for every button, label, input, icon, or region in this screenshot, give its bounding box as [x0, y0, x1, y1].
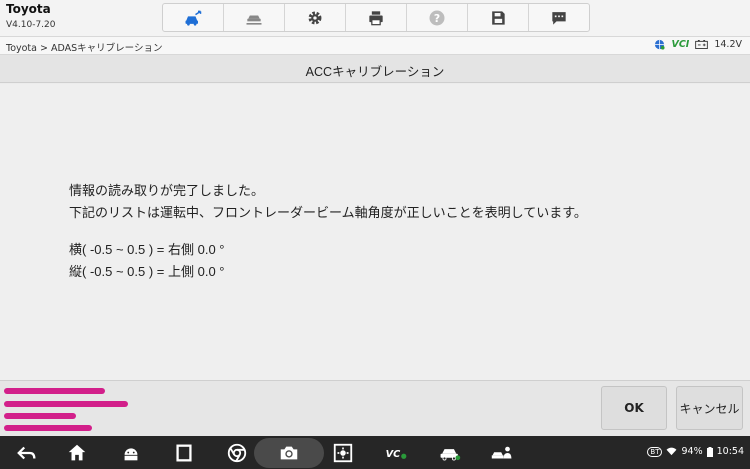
redaction-mark — [4, 425, 92, 431]
browser-button[interactable] — [226, 442, 248, 464]
toolbar: ? — [162, 3, 590, 32]
car-person-icon — [491, 446, 512, 459]
app-title: Toyota — [6, 2, 51, 16]
android-icon — [124, 448, 138, 461]
gear-icon — [308, 11, 322, 24]
title-bar: ACCキャリブレーション — [0, 55, 750, 83]
brightness-icon — [333, 443, 353, 463]
message-icon — [552, 11, 566, 25]
android-button[interactable] — [120, 442, 142, 464]
app-header: Toyota V4.10-7.20 ? — [0, 0, 750, 36]
page-title: ACCキャリブレーション — [305, 65, 445, 79]
battery-icon — [695, 40, 709, 49]
vci-status: VCI — [671, 39, 690, 50]
system-status: BT 94% 10:54 — [647, 446, 744, 457]
help-icon: ? — [429, 10, 445, 25]
svg-text:VC: VC — [386, 449, 401, 460]
vci-icon: VC — [386, 449, 407, 460]
home-button[interactable] — [66, 442, 88, 464]
globe-icon — [655, 39, 666, 50]
recent-apps-icon — [176, 444, 192, 462]
save-icon — [492, 10, 505, 25]
brightness-button[interactable] — [332, 442, 354, 464]
vci-button[interactable]: VC — [378, 442, 414, 464]
printer-icon — [369, 10, 383, 25]
voltage-readout: 14.2V — [714, 39, 742, 50]
home-car-button[interactable] — [163, 4, 224, 31]
back-arrow-icon — [17, 446, 36, 460]
redaction-mark — [4, 401, 128, 407]
screenshot-button[interactable] — [254, 438, 324, 468]
car-lift-icon — [246, 15, 262, 25]
breadcrumb-bar: Toyota > ADASキャリブレーション VCI 14.2V — [0, 36, 750, 55]
home-icon — [68, 444, 86, 461]
back-button[interactable] — [16, 442, 38, 464]
wifi-icon — [667, 447, 677, 456]
bluetooth-indicator: BT — [647, 446, 663, 457]
car-lift-button[interactable] — [224, 4, 285, 31]
vehicle-diagnose-button[interactable] — [435, 442, 465, 464]
message-area: 情報の読み取りが完了しました。 下記のリストは運転中、フロントレーダービーム軸角… — [0, 84, 750, 380]
message-button[interactable] — [529, 4, 589, 31]
connection-status: VCI 14.2V — [654, 39, 742, 50]
remote-support-button[interactable] — [487, 442, 517, 464]
help-button[interactable]: ? — [407, 4, 468, 31]
redaction-mark — [4, 413, 76, 419]
camera-icon — [280, 446, 298, 460]
svg-text:?: ? — [434, 11, 440, 24]
app-version: V4.10-7.20 — [6, 20, 56, 30]
save-button[interactable] — [468, 4, 529, 31]
vertical-angle-line: 縦( -0.5 ~ 0.5 ) = 上側 0.0 ° — [69, 264, 225, 279]
message-line: 情報の読み取りが完了しました。 — [69, 183, 265, 198]
footer-bar: OK キャンセル — [0, 380, 750, 436]
settings-button[interactable] — [285, 4, 346, 31]
recent-apps-button[interactable] — [173, 442, 195, 464]
redaction-mark — [4, 388, 105, 394]
car-icon — [440, 449, 461, 461]
battery-icon — [706, 446, 713, 457]
clock: 10:54 — [716, 446, 744, 457]
breadcrumb: Toyota > ADASキャリブレーション — [6, 43, 163, 54]
horizontal-angle-line: 横( -0.5 ~ 0.5 ) = 右側 0.0 ° — [69, 242, 225, 257]
chrome-icon — [227, 443, 247, 463]
cancel-button[interactable]: キャンセル — [676, 386, 743, 430]
print-button[interactable] — [346, 4, 407, 31]
system-nav-bar: VC BT 94% 10:54 — [0, 436, 750, 469]
car-share-icon — [185, 10, 202, 26]
battery-percent: 94% — [681, 446, 703, 457]
ok-button[interactable]: OK — [601, 386, 667, 430]
message-line: 下記のリストは運転中、フロントレーダービーム軸角度が正しいことを表明しています。 — [69, 205, 587, 220]
